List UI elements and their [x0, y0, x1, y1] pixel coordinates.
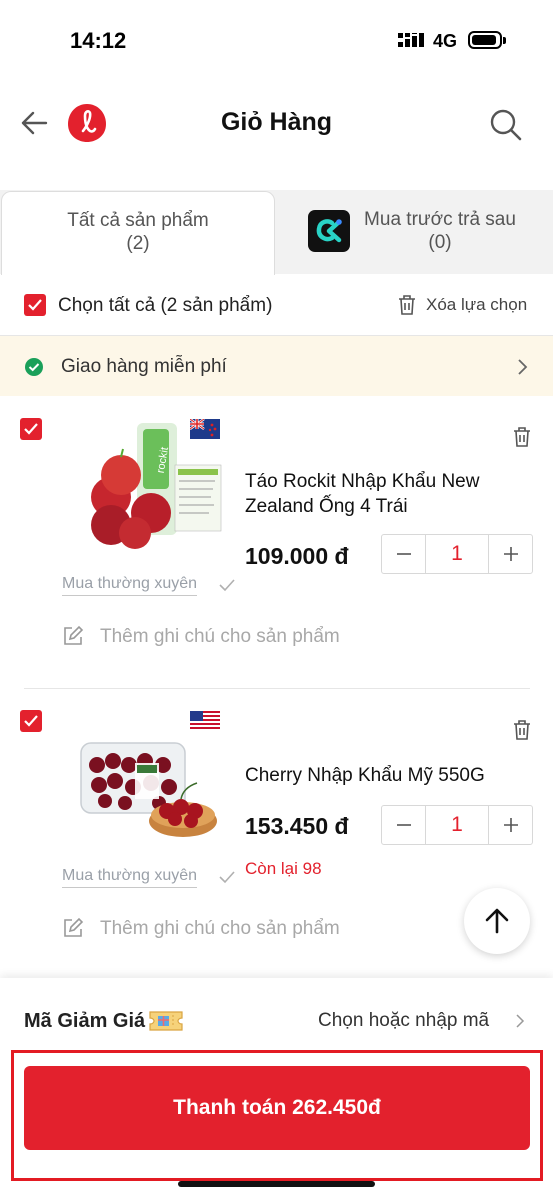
- minus-button[interactable]: [382, 535, 425, 573]
- select-all-checkbox[interactable]: [24, 294, 46, 316]
- trash-icon[interactable]: [397, 294, 417, 316]
- edit-note-icon[interactable]: [62, 917, 84, 939]
- voucher-ticket-icon: [149, 1011, 183, 1031]
- cherry-product-image[interactable]: [75, 735, 225, 840]
- search-icon[interactable]: [489, 108, 523, 142]
- home-indicator: [178, 1181, 375, 1187]
- voucher-select-link[interactable]: Chọn hoặc nhập mã: [318, 1010, 489, 1032]
- delete-selection-link[interactable]: Xóa lựa chọn: [426, 295, 527, 315]
- product-name-cherry[interactable]: Cherry Nhập Khẩu Mỹ 550G: [245, 763, 485, 788]
- tab-all-count: (2): [126, 233, 150, 254]
- scroll-to-top-button[interactable]: [464, 888, 530, 954]
- quantity-stepper: 1: [381, 805, 533, 845]
- edit-note-icon[interactable]: [62, 625, 84, 647]
- item-delete-icon[interactable]: [512, 426, 532, 448]
- tab-all-products[interactable]: Tất cả sản phẩm (2): [1, 191, 275, 275]
- check-icon: [24, 715, 38, 727]
- status-time: 14:12: [70, 28, 127, 53]
- item-checkbox-apple[interactable]: [20, 418, 42, 440]
- tab-bnpl-count: (0): [428, 232, 452, 253]
- check-icon: [24, 423, 38, 435]
- buy-often-toggle[interactable]: Mua thường xuyên: [62, 575, 198, 596]
- add-note-link[interactable]: Thêm ghi chú cho sản phẩm: [100, 918, 340, 940]
- voucher-label: Mã Giảm Giá: [24, 1010, 146, 1032]
- product-name-line: Zealand Ống 4 Trái: [245, 496, 408, 517]
- tab-all-label: Tất cả sản phẩm: [67, 210, 209, 231]
- free-shipping-label: Giao hàng miễn phí: [61, 356, 227, 377]
- check-icon: [219, 871, 235, 884]
- stock-remaining: Còn lại 98: [245, 859, 322, 878]
- minus-icon: [396, 824, 411, 826]
- chevron-right-icon[interactable]: [515, 1013, 525, 1029]
- minus-button[interactable]: [382, 806, 425, 844]
- item-checkbox-cherry[interactable]: [20, 710, 42, 732]
- tab-bnpl-text: Mua trước trả sau (0): [355, 208, 525, 254]
- product-name-line: Táo Rockit Nhập Khẩu New: [245, 471, 480, 492]
- product-price: 109.000 đ: [245, 543, 349, 569]
- minus-icon: [396, 553, 411, 555]
- quantity-value[interactable]: 1: [425, 535, 489, 573]
- plus-button[interactable]: [489, 806, 532, 844]
- network-label: 4G: [433, 31, 458, 51]
- page-title: Giỏ Hàng: [220, 108, 333, 136]
- battery-tip: [503, 37, 506, 44]
- chevron-right-icon[interactable]: [517, 358, 529, 376]
- check-circle-icon: [25, 358, 43, 376]
- battery-icon: [468, 31, 502, 49]
- quantity-value[interactable]: 1: [425, 806, 489, 844]
- item-divider: [24, 688, 530, 689]
- signal-icon: [398, 33, 424, 47]
- usa-flag-icon: [190, 711, 220, 731]
- select-all-label: Chọn tất cả (2 sản phẩm): [58, 295, 273, 316]
- status-bar: 14:12 4G: [0, 0, 553, 80]
- new-zealand-flag-icon: [190, 419, 220, 439]
- product-price: 153.450 đ: [245, 813, 349, 839]
- plus-icon: [503, 818, 518, 832]
- arrow-up-icon: [485, 908, 509, 934]
- add-note-link[interactable]: Thêm ghi chú cho sản phẩm: [100, 626, 340, 648]
- plus-button[interactable]: [489, 535, 532, 573]
- checkout-button[interactable]: Thanh toán 262.450đ: [24, 1066, 530, 1150]
- item-delete-icon[interactable]: [512, 719, 532, 741]
- tab-bnpl-label: Mua trước trả sau: [364, 209, 516, 230]
- buy-often-toggle[interactable]: Mua thường xuyên: [62, 867, 198, 888]
- product-name-apple[interactable]: Táo Rockit Nhập Khẩu New Zealand Ống 4 T…: [245, 469, 479, 519]
- check-icon: [28, 299, 42, 311]
- check-icon: [219, 579, 235, 592]
- quantity-stepper: 1: [381, 534, 533, 574]
- bnpl-logo-icon: [308, 210, 350, 252]
- plus-icon: [503, 547, 518, 561]
